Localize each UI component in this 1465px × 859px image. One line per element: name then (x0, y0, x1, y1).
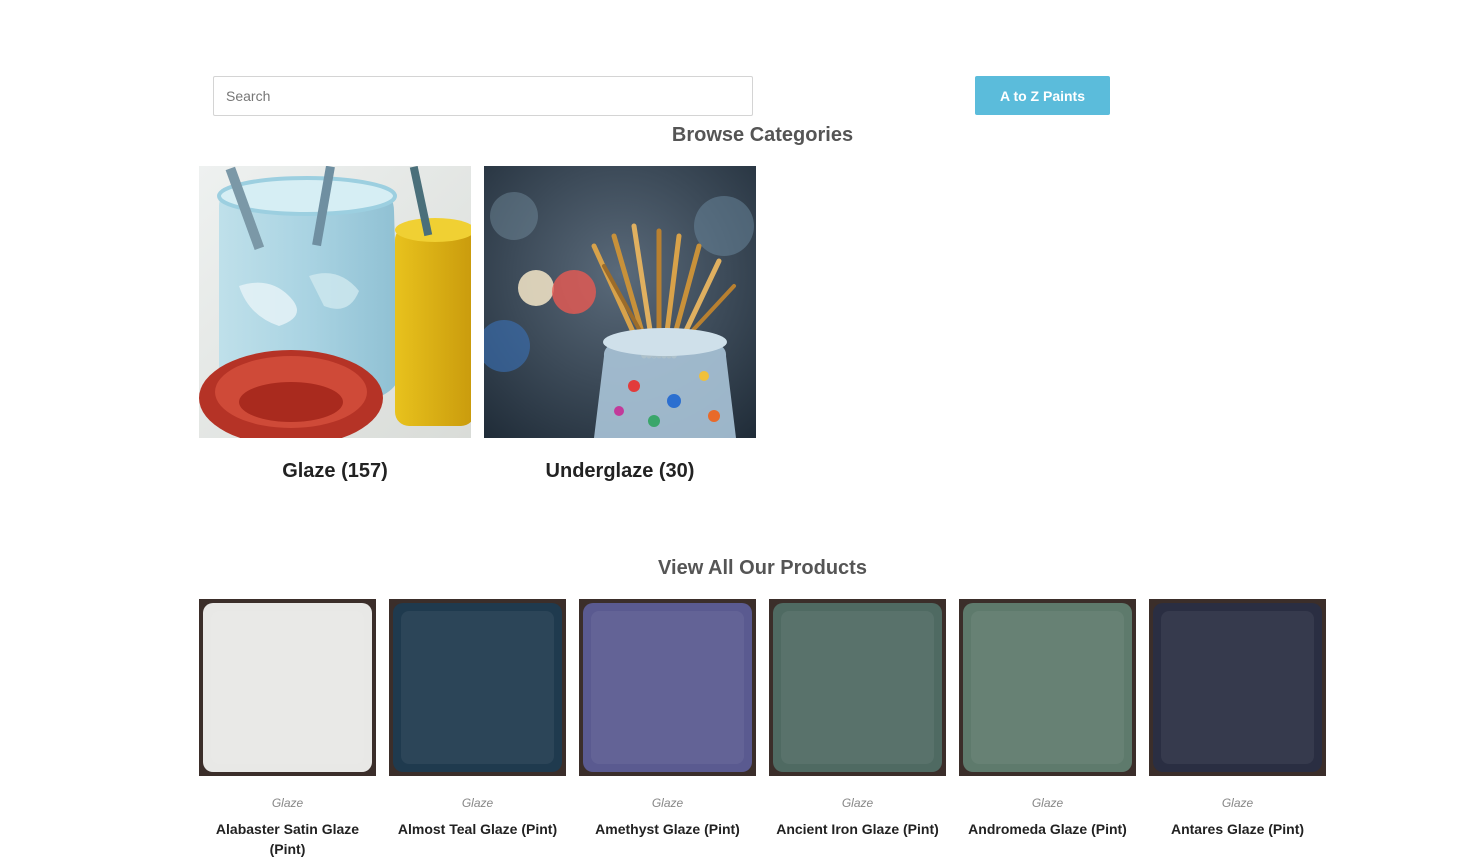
view-all-products-title: View All Our Products (658, 557, 867, 579)
product-name[interactable]: Amethyst Glaze (Pint) (579, 819, 756, 839)
category-card-glaze[interactable]: Glaze (157) (199, 166, 471, 483)
product-card[interactable]: Glaze Andromeda Glaze (Pint) (959, 599, 1136, 839)
category-label[interactable]: Glaze (157) (199, 460, 471, 483)
product-card[interactable]: Glaze Alabaster Satin Glaze (Pint) (199, 599, 376, 859)
paint-jars-image[interactable] (199, 166, 471, 438)
product-category[interactable]: Glaze (199, 796, 376, 810)
product-category[interactable]: Glaze (1149, 796, 1326, 810)
product-category[interactable]: Glaze (769, 796, 946, 810)
product-name[interactable]: Almost Teal Glaze (Pint) (389, 819, 566, 839)
product-name[interactable]: Andromeda Glaze (Pint) (959, 819, 1136, 839)
product-category[interactable]: Glaze (959, 796, 1136, 810)
product-swatch-image[interactable] (389, 599, 566, 776)
a-to-z-paints-button[interactable]: A to Z Paints (975, 76, 1110, 115)
product-swatch-image[interactable] (1149, 599, 1326, 776)
product-card[interactable]: Glaze Almost Teal Glaze (Pint) (389, 599, 566, 839)
product-name[interactable]: Alabaster Satin Glaze (Pint) (199, 819, 376, 859)
product-swatch-image[interactable] (769, 599, 946, 776)
product-name[interactable]: Antares Glaze (Pint) (1149, 819, 1326, 839)
product-card[interactable]: Glaze Amethyst Glaze (Pint) (579, 599, 756, 839)
category-card-underglaze[interactable]: Underglaze (30) (484, 166, 756, 483)
paint-brushes-jar-image[interactable] (484, 166, 756, 438)
product-category[interactable]: Glaze (579, 796, 756, 810)
product-swatch-image[interactable] (579, 599, 756, 776)
product-name[interactable]: Ancient Iron Glaze (Pint) (769, 819, 946, 839)
product-card[interactable]: Glaze Antares Glaze (Pint) (1149, 599, 1326, 839)
product-swatch-image[interactable] (199, 599, 376, 776)
browse-categories-title: Browse Categories (671, 124, 854, 146)
search-input[interactable] (213, 76, 753, 116)
product-swatch-image[interactable] (959, 599, 1136, 776)
category-label[interactable]: Underglaze (30) (484, 460, 756, 483)
product-card[interactable]: Glaze Ancient Iron Glaze (Pint) (769, 599, 946, 839)
product-category[interactable]: Glaze (389, 796, 566, 810)
